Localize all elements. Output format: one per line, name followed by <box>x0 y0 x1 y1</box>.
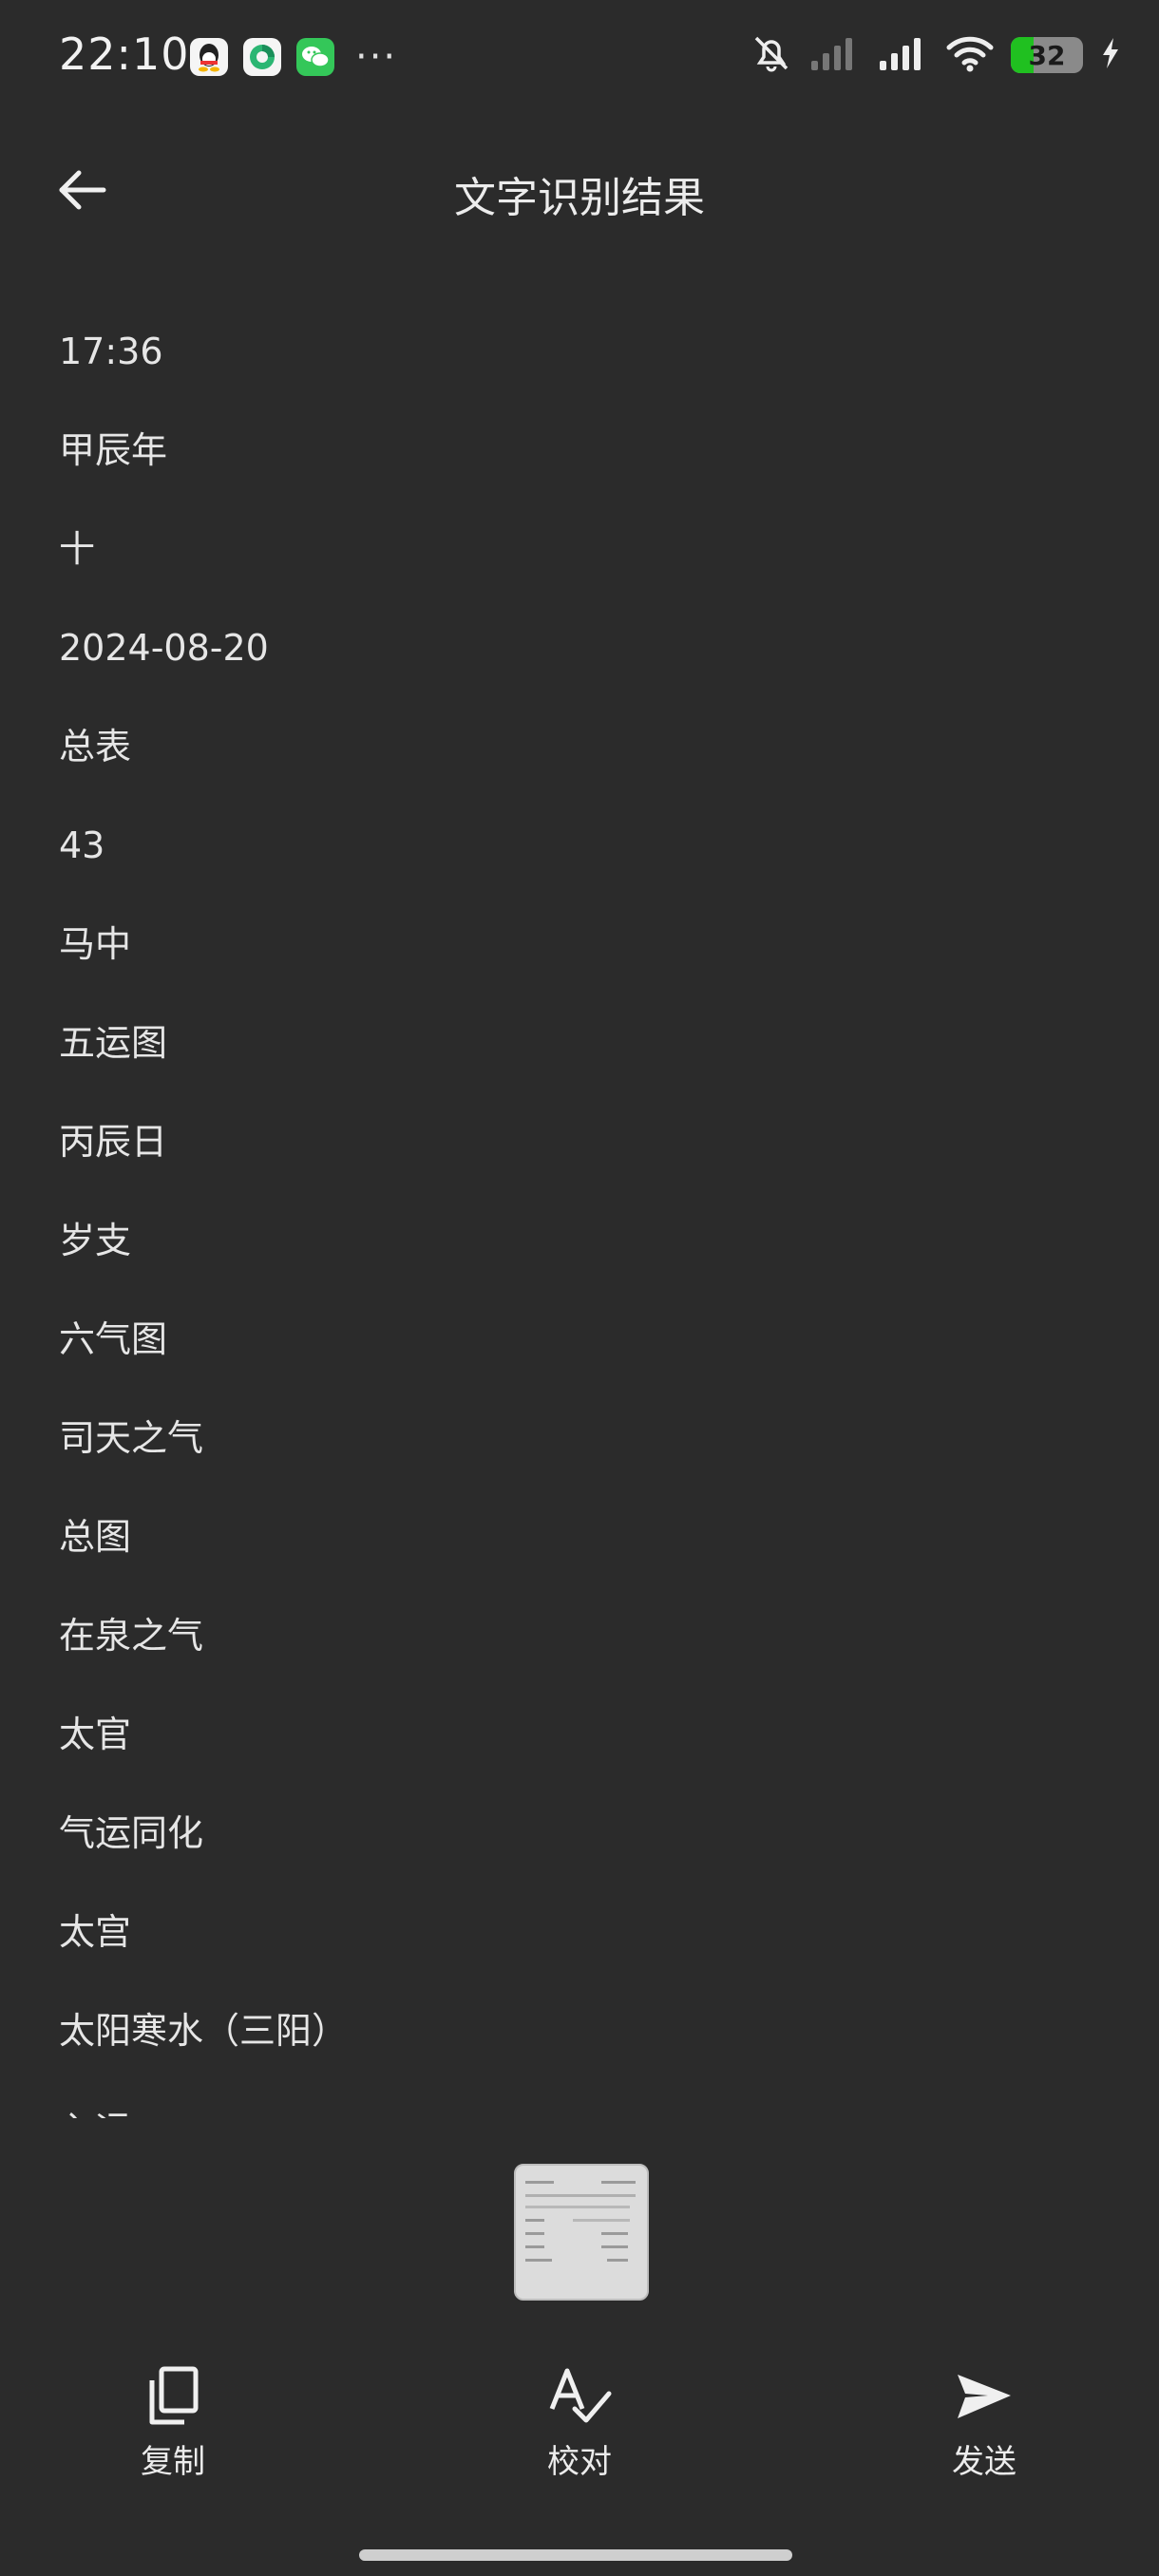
recognized-text-line[interactable]: 总表 <box>59 709 1104 807</box>
recognized-text-line[interactable]: 丙辰日 <box>59 1104 1104 1203</box>
status-time: 22:10 <box>59 28 190 80</box>
sync-app-icon <box>243 38 281 76</box>
recognized-text-line[interactable]: 司天之气 <box>59 1400 1104 1499</box>
spellcheck-icon <box>549 2368 612 2423</box>
notification-icons: ··· <box>190 38 397 76</box>
battery-level-text: 32 <box>1028 39 1066 71</box>
status-indicators: 32 <box>750 32 1121 78</box>
home-indicator[interactable] <box>359 2549 792 2561</box>
status-bar: 22:10 ··· 32 <box>0 0 1159 114</box>
wechat-app-icon <box>296 38 334 76</box>
recognized-text-line[interactable]: 岁支 <box>59 1203 1104 1301</box>
source-image-thumbnail[interactable] <box>514 2164 649 2301</box>
recognized-text-line[interactable]: 气运同化 <box>59 1795 1104 1894</box>
recognized-text-line[interactable]: 马中 <box>59 906 1104 1005</box>
more-notifications-icon: ··· <box>355 35 398 79</box>
signal-sim2-icon <box>809 34 861 76</box>
proofread-button[interactable]: 校对 <box>494 2365 665 2482</box>
ocr-result-screen: 22:10 ··· 32 文字识别结果 17:36 甲辰年 十 2024-08-… <box>0 0 1159 2576</box>
battery-indicator: 32 <box>1011 37 1083 73</box>
copy-button[interactable]: 复制 <box>87 2365 258 2482</box>
recognized-text-line[interactable]: 17:36 <box>59 313 1104 412</box>
mute-bell-icon <box>750 32 792 78</box>
page-title: 文字识别结果 <box>454 174 705 222</box>
signal-sim1-icon <box>878 34 929 76</box>
recognized-text-line[interactable]: 43 <box>59 807 1104 906</box>
recognized-text-line[interactable]: 太官 <box>59 1696 1104 1795</box>
recognized-text-line[interactable]: 总图 <box>59 1499 1104 1598</box>
qq-app-icon <box>190 38 228 76</box>
proofread-label: 校对 <box>547 2443 612 2481</box>
copy-icon <box>149 2366 199 2425</box>
send-icon <box>958 2375 1011 2418</box>
charging-icon <box>1100 36 1121 74</box>
recognized-text-line[interactable]: 甲辰年 <box>59 412 1104 511</box>
recognized-text-list[interactable]: 17:36 甲辰年十 2024-08-20 总表 43 马中 五运图 丙辰日 岁支 六气图 司天之气… <box>59 313 1104 2118</box>
copy-label: 复制 <box>141 2443 205 2481</box>
wifi-icon <box>946 34 994 76</box>
recognized-text-line[interactable]: 太宫 <box>59 1894 1104 1993</box>
recognized-text-line[interactable]: 入运 <box>59 2092 1104 2118</box>
app-header: 文字识别结果 <box>0 142 1159 237</box>
recognized-text-line[interactable]: 太阳寒水（三阳） <box>59 1993 1104 2092</box>
bottom-action-bar: 复制 校对 发送 <box>0 2365 1159 2508</box>
send-label: 发送 <box>952 2443 1016 2481</box>
recognized-text-line[interactable]: 十 <box>59 511 1104 610</box>
send-button[interactable]: 发送 <box>899 2365 1070 2482</box>
recognized-text-line[interactable]: 在泉之气 <box>59 1598 1104 1696</box>
recognized-text-line[interactable]: 2024-08-20 <box>59 610 1104 709</box>
recognized-text-line[interactable]: 六气图 <box>59 1301 1104 1400</box>
recognized-text-line[interactable]: 五运图 <box>59 1005 1104 1104</box>
